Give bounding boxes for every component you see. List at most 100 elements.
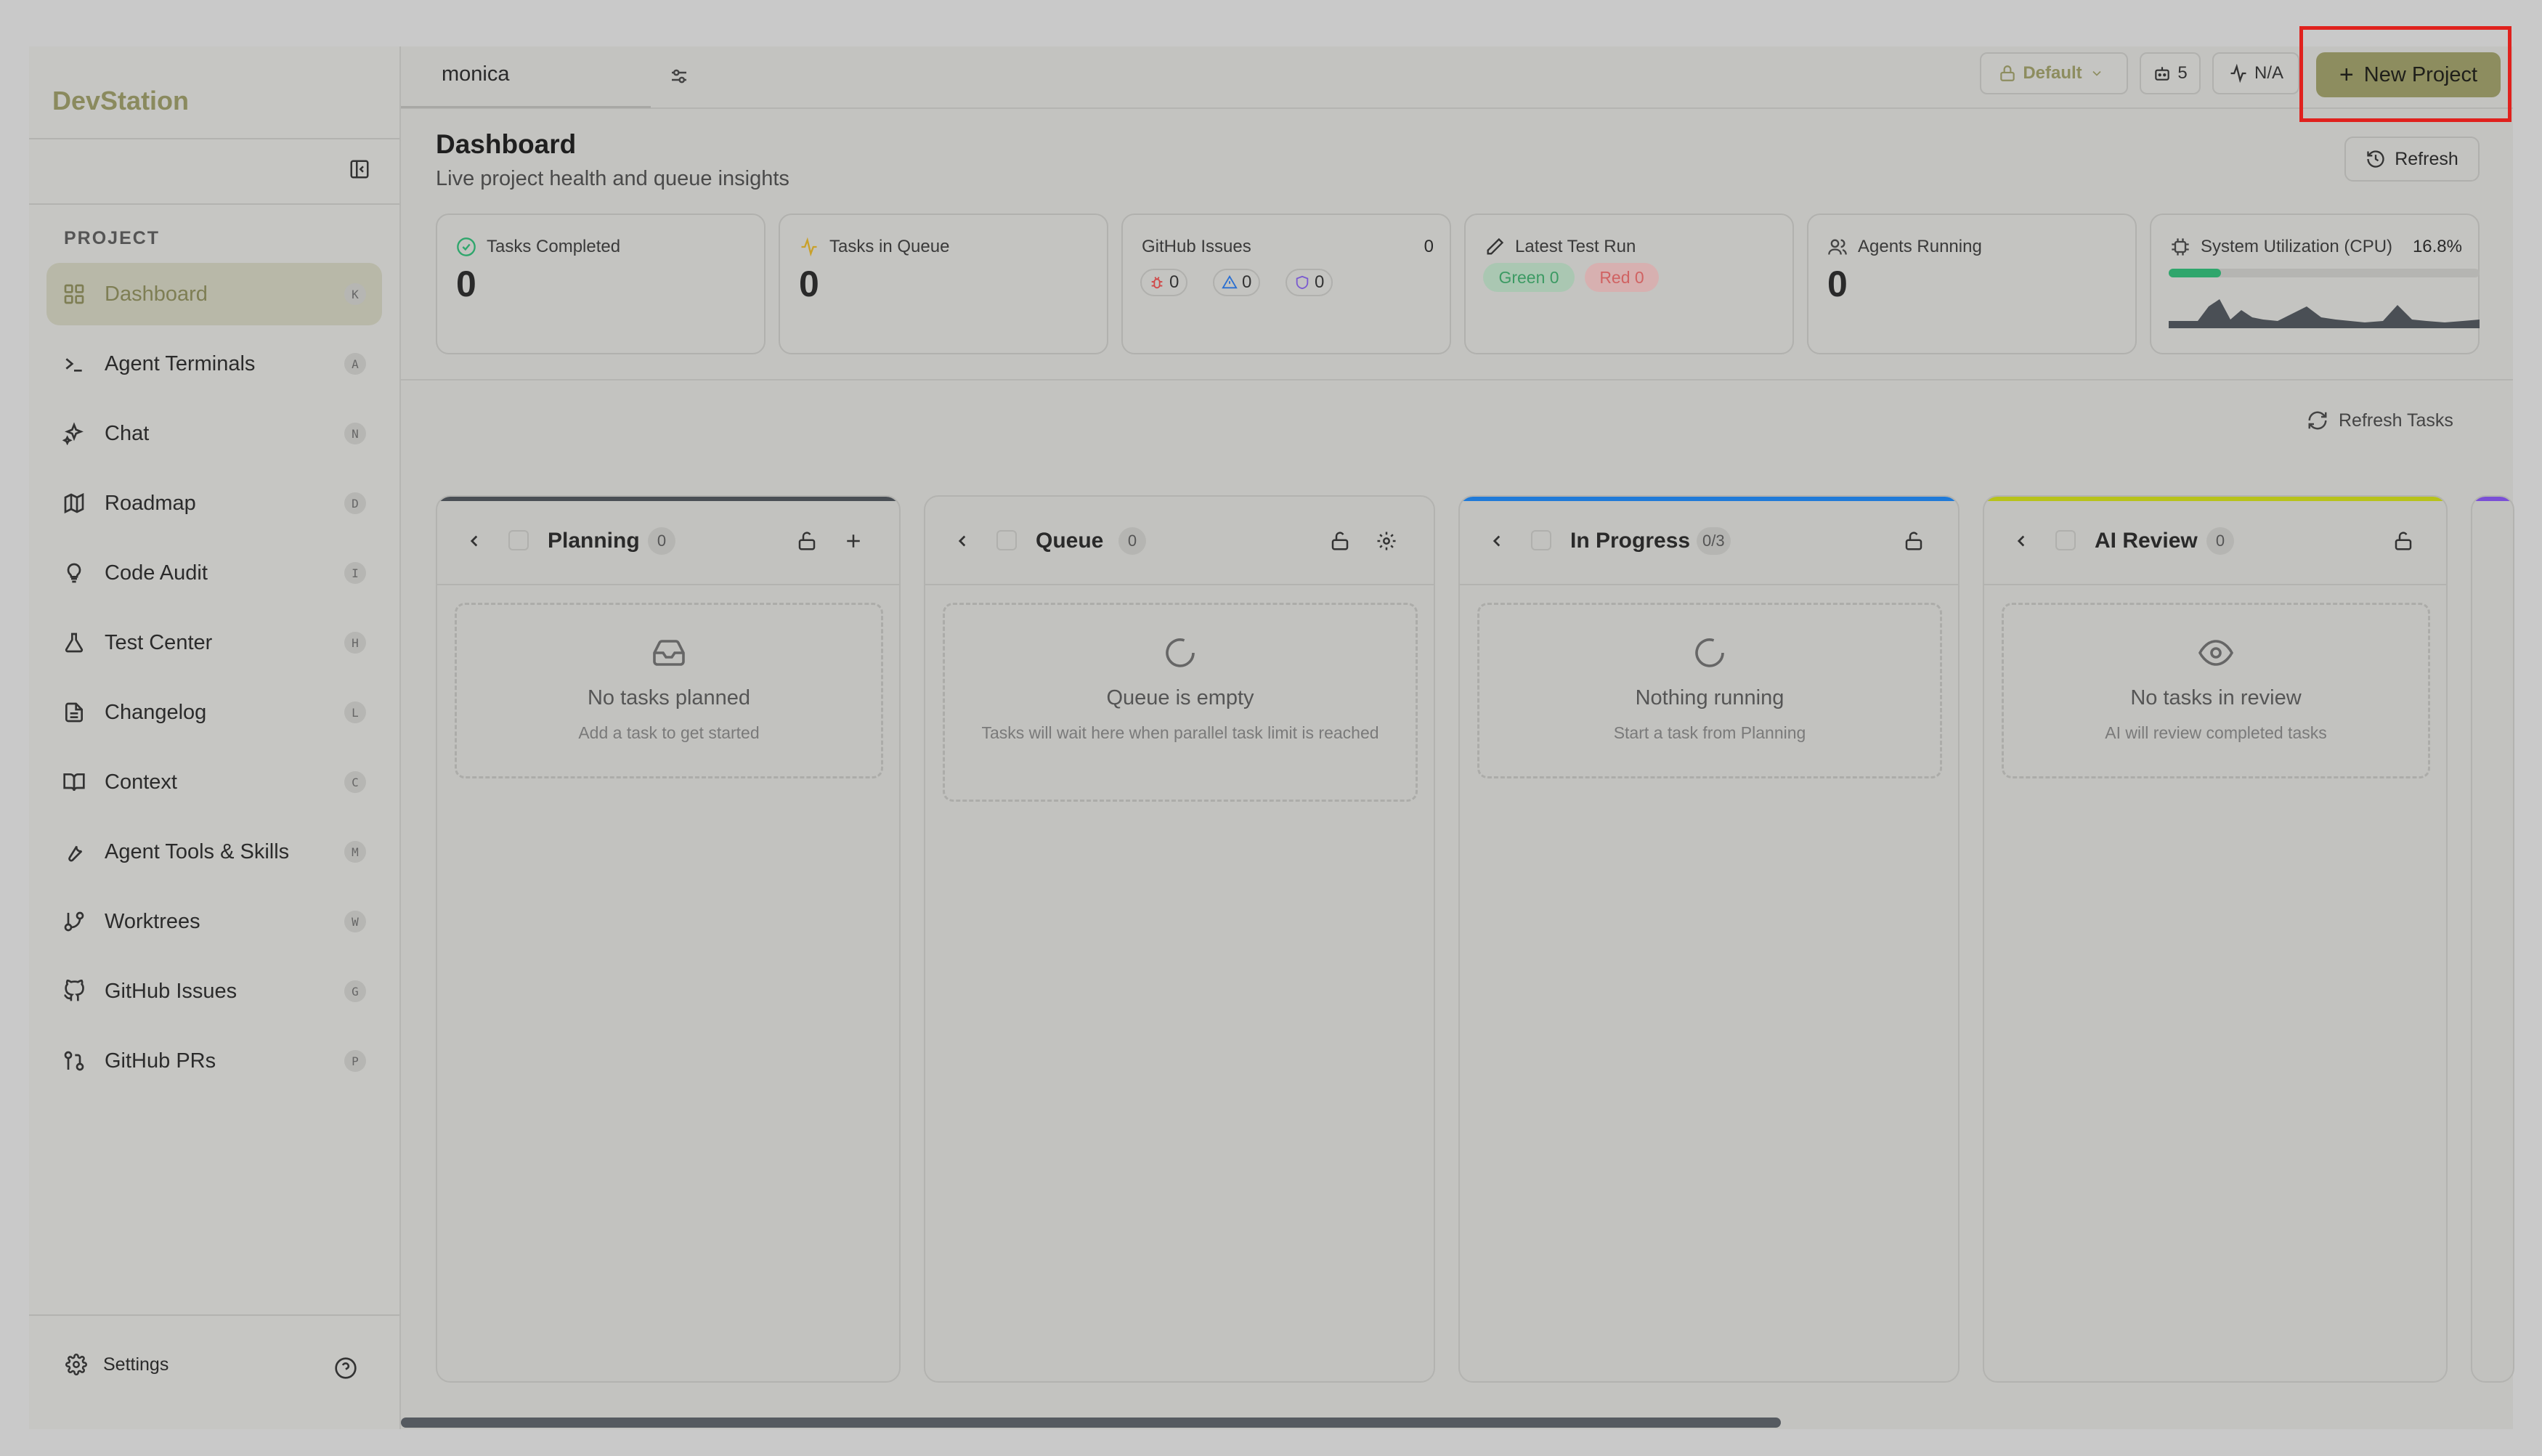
sidebar-item-agent-tools-skills[interactable]: Agent Tools & Skills M <box>46 821 382 883</box>
stat-label: Agents Running <box>1858 237 1982 256</box>
shortcut-badge: W <box>344 911 366 932</box>
sidebar-item-worktrees[interactable]: Worktrees W <box>46 890 382 953</box>
cpu-icon <box>2172 238 2189 256</box>
unlock-icon[interactable] <box>796 530 818 552</box>
stat-value: 0 <box>456 264 476 304</box>
cpu-progress-track <box>2169 269 2480 277</box>
sidebar-item-test-center[interactable]: Test Center H <box>46 611 382 674</box>
sidebar-item-github-issues[interactable]: GitHub Issues G <box>46 960 382 1022</box>
sidebar-divider <box>29 1314 399 1316</box>
column-accent <box>2472 497 2513 501</box>
select-all-checkbox[interactable] <box>2055 530 2076 550</box>
pencil-icon <box>1487 237 1504 255</box>
stat-label: GitHub Issues <box>1142 237 1251 256</box>
shortcut-badge: L <box>344 701 366 723</box>
profile-label: Default <box>2023 63 2082 83</box>
column-title: In Progress <box>1570 529 1691 553</box>
users-icon <box>1828 239 1847 255</box>
plus-icon[interactable] <box>842 530 864 552</box>
column-count: 0 <box>1118 527 1146 555</box>
column-header: In Progress 0/3 <box>1460 497 1958 585</box>
bot-icon <box>2155 67 2170 81</box>
activity-chip[interactable]: N/A <box>2212 52 2299 94</box>
sidebar-divider <box>29 138 399 139</box>
column-count: 0/3 <box>1697 527 1731 555</box>
stat-label: System Utilization (CPU) <box>2201 237 2393 256</box>
sidebar-section-label: PROJECT <box>64 228 161 248</box>
warning-count: 0 <box>1242 272 1252 292</box>
unlock-icon[interactable] <box>2392 530 2414 552</box>
shortcut-badge: I <box>344 562 366 584</box>
inbox-icon <box>653 640 685 666</box>
gear-icon[interactable] <box>1376 530 1397 552</box>
empty-state: No tasks in review AI will review comple… <box>2002 603 2430 778</box>
github-icon <box>64 980 84 1001</box>
project-tab[interactable]: monica <box>401 46 651 108</box>
refresh-icon <box>2308 411 2327 430</box>
sliders-icon[interactable] <box>668 65 690 87</box>
shortcut-badge: D <box>344 492 366 514</box>
stat-card-tasks-in-queue: Tasks in Queue 0 <box>779 213 1108 354</box>
sidebar-collapse-icon[interactable] <box>349 158 370 180</box>
main-panel: monica Default 5 N/A + New Project Dashb… <box>401 46 2514 1429</box>
chevron-left-icon[interactable] <box>953 532 972 550</box>
refresh-button[interactable]: Refresh <box>2344 137 2480 182</box>
stat-value: 0 <box>1424 237 1434 256</box>
sidebar-item-label: Context <box>105 770 177 794</box>
project-tab-label: monica <box>442 62 510 86</box>
shortcut-badge: H <box>344 632 366 654</box>
sparkles-icon <box>62 422 84 445</box>
empty-state: Queue is empty Tasks will wait here when… <box>943 603 1418 802</box>
agents-count-chip[interactable]: 5 <box>2140 52 2201 94</box>
page-subtitle: Live project health and queue insights <box>436 167 789 190</box>
lightbulb-icon <box>67 563 81 583</box>
select-all-checkbox[interactable] <box>508 530 529 550</box>
sidebar-item-label: GitHub Issues <box>105 979 237 1003</box>
activity-icon <box>2230 63 2246 84</box>
gear-icon <box>65 1354 87 1375</box>
help-icon[interactable] <box>334 1357 357 1380</box>
sidebar-item-label: Changelog <box>105 700 207 724</box>
sidebar-item-changelog[interactable]: Changelog L <box>46 681 382 744</box>
stat-value: 16.8% <box>2412 237 2462 256</box>
unlock-icon[interactable] <box>1903 530 1925 552</box>
settings-button[interactable]: Settings <box>65 1354 168 1375</box>
section-divider <box>401 379 2513 381</box>
sidebar-item-dashboard[interactable]: Dashboard K <box>46 263 382 325</box>
activity-value: N/A <box>2254 63 2283 83</box>
sidebar-item-label: Test Center <box>105 630 213 654</box>
sidebar-item-code-audit[interactable]: Code Audit I <box>46 542 382 604</box>
sidebar-item-github-prs[interactable]: GitHub PRs P <box>46 1030 382 1092</box>
sidebar: DevStation PROJECT Dashboard K Agent Ter… <box>29 46 401 1429</box>
unlock-icon[interactable] <box>1329 530 1351 552</box>
empty-title: Nothing running <box>1635 686 1784 709</box>
column-header: Planning 0 <box>437 497 899 585</box>
chevron-left-icon[interactable] <box>465 532 484 550</box>
sidebar-item-context[interactable]: Context C <box>46 751 382 813</box>
empty-subtitle: Tasks will wait here when parallel task … <box>981 723 1379 742</box>
test-green-badge: Green 0 <box>1483 263 1575 292</box>
kanban-column-in-progress: In Progress 0/3 Nothing running Start a … <box>1458 495 1960 1383</box>
sidebar-item-label: Chat <box>105 421 150 445</box>
agents-count: 5 <box>2177 63 2188 83</box>
chevron-left-icon[interactable] <box>1487 532 1506 550</box>
cpu-progress-fill <box>2169 269 2221 277</box>
profile-selector[interactable]: Default <box>1980 52 2128 94</box>
chevron-left-icon[interactable] <box>2012 532 2031 550</box>
select-all-checkbox[interactable] <box>1531 530 1551 550</box>
stat-label: Tasks in Queue <box>829 237 950 256</box>
refresh-tasks-button[interactable]: Refresh Tasks <box>2307 410 2453 431</box>
sidebar-item-chat[interactable]: Chat N <box>46 402 382 465</box>
bug-count: 0 <box>1169 272 1179 292</box>
shortcut-badge: C <box>344 771 366 793</box>
column-title: Queue <box>1036 529 1104 553</box>
sidebar-item-agent-terminals[interactable]: Agent Terminals A <box>46 333 382 395</box>
horizontal-scrollbar[interactable] <box>401 1418 1781 1428</box>
shortcut-badge: A <box>344 353 366 375</box>
git-pull-request-icon <box>64 1051 84 1071</box>
select-all-checkbox[interactable] <box>996 530 1017 550</box>
page-title: Dashboard <box>436 129 577 159</box>
sidebar-item-label: Dashboard <box>105 282 208 306</box>
sidebar-item-roadmap[interactable]: Roadmap D <box>46 472 382 534</box>
empty-subtitle: Start a task from Planning <box>1613 723 1806 742</box>
